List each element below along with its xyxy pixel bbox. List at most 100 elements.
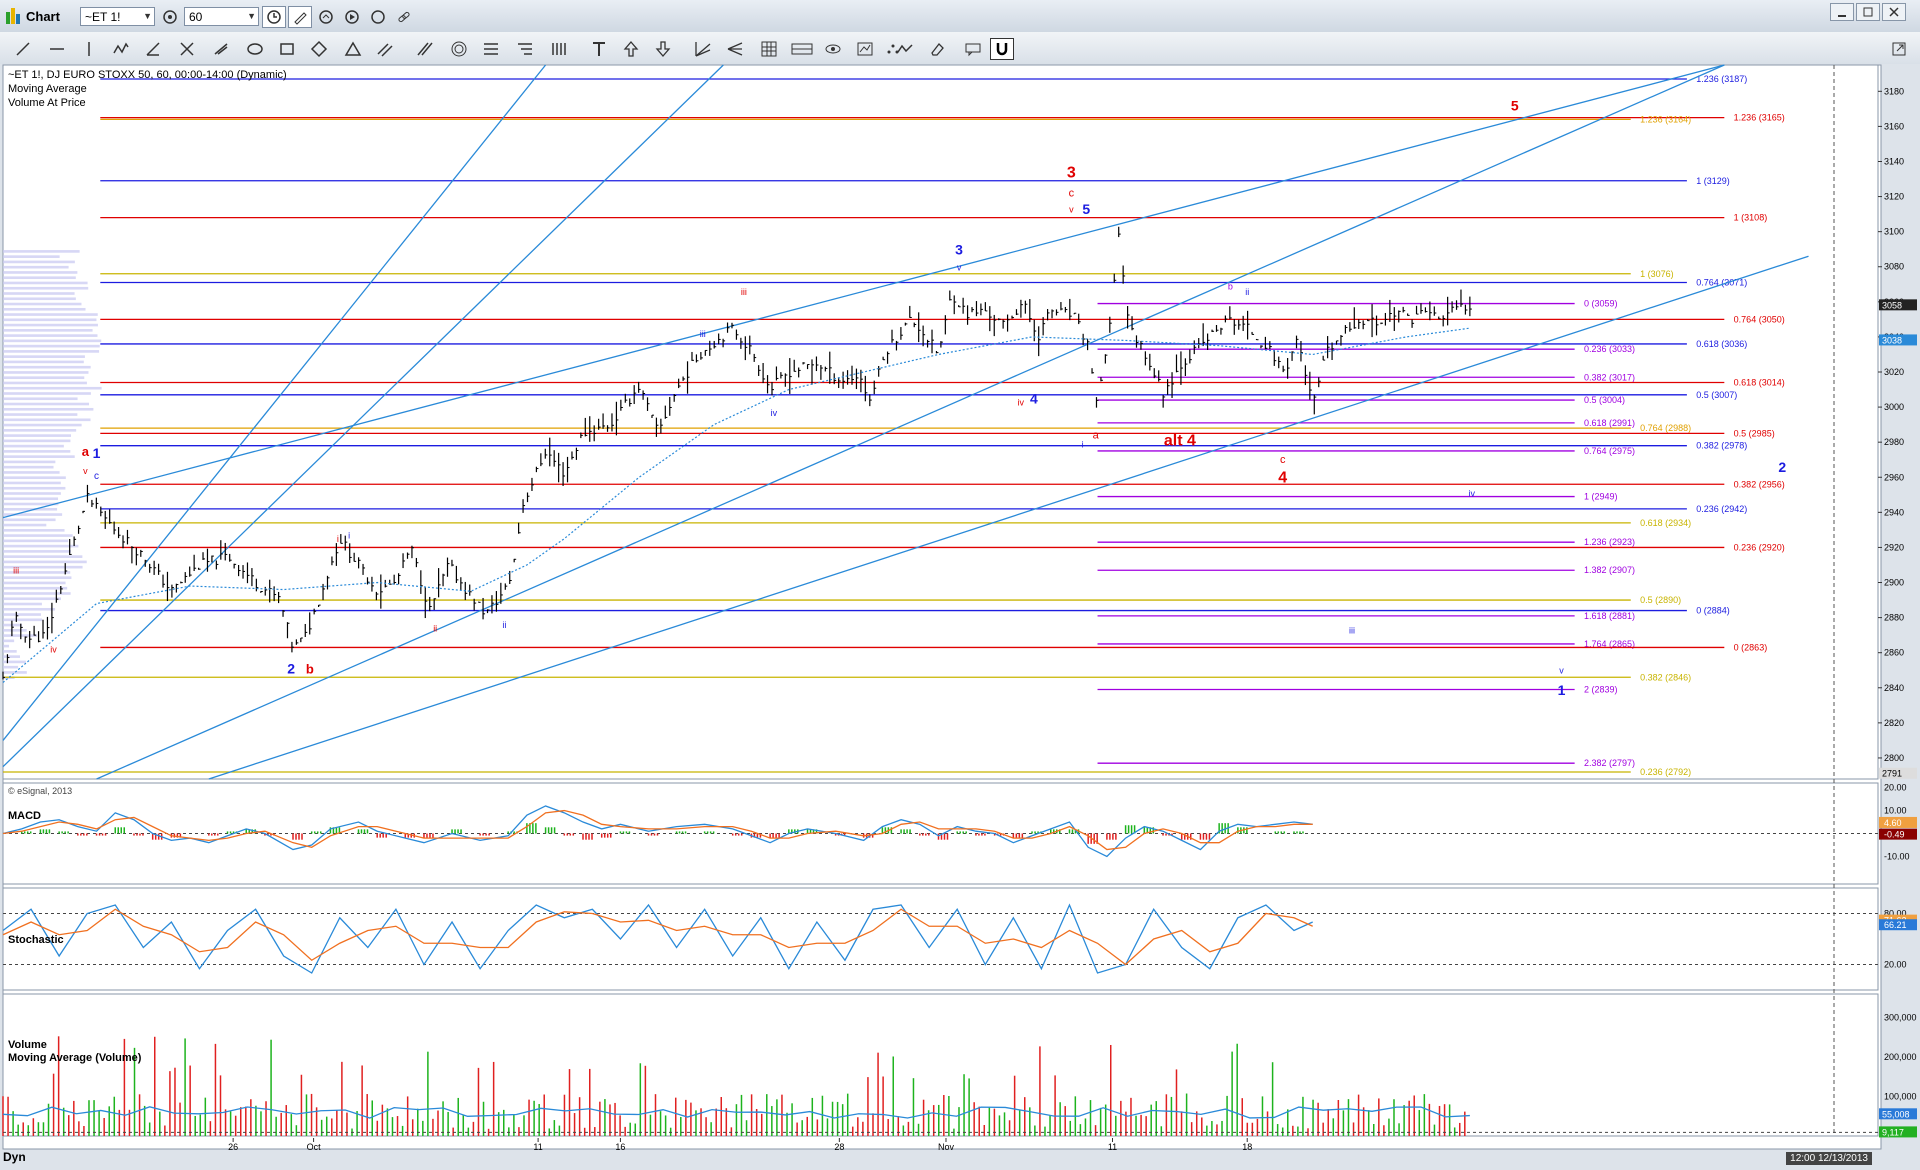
mob-tool-icon[interactable] <box>788 38 816 60</box>
diamond-tool-icon[interactable] <box>306 38 332 60</box>
fib-level-label: 0.5 (3007) <box>1696 390 1737 400</box>
vap-bar <box>3 665 19 669</box>
wave-tool-icon[interactable] <box>892 38 918 60</box>
dyn-label[interactable]: Dyn <box>3 1150 26 1164</box>
symbol-settings-icon[interactable] <box>158 6 182 28</box>
watermark: © eSignal, 2013 <box>8 786 72 796</box>
link-icon[interactable] <box>392 6 416 28</box>
wave-label: b <box>306 662 314 677</box>
vap-bar <box>3 650 17 653</box>
magnet-icon[interactable] <box>990 38 1014 60</box>
gann-fan-icon[interactable] <box>722 38 748 60</box>
price-tick-label: 3080 <box>1884 262 1904 272</box>
maximize-button[interactable] <box>1856 3 1880 21</box>
title-bar: Chart ~ET 1! ▼ 60 ▼ <box>0 0 1920 33</box>
chevron-down-icon[interactable]: ▼ <box>247 11 256 21</box>
vap-bar <box>3 350 100 353</box>
triangle-tool-icon[interactable] <box>340 38 366 60</box>
volume-tick-label: 200,000 <box>1884 1052 1917 1062</box>
price-tick-label: 2800 <box>1884 753 1904 763</box>
wave-label: iv <box>771 408 778 418</box>
vertical-line-icon[interactable] <box>76 38 102 60</box>
line-tool-icon[interactable] <box>10 38 36 60</box>
grid-tool-icon[interactable] <box>756 38 782 60</box>
refresh-icon[interactable] <box>314 6 338 28</box>
price-tick-label: 2920 <box>1884 542 1904 552</box>
wave-label: a <box>1093 430 1100 442</box>
comment-icon[interactable] <box>960 38 986 60</box>
current-price-label: 3058 <box>1882 300 1902 310</box>
pitchfork-tool-icon[interactable] <box>690 38 716 60</box>
vap-bar <box>3 655 20 658</box>
price-tick-label: 3020 <box>1884 367 1904 377</box>
wave-label: 5 <box>1082 201 1090 217</box>
vap-bar <box>3 397 78 401</box>
window-title: Chart <box>26 9 60 24</box>
fib-retracement-icon[interactable] <box>478 38 504 60</box>
vap-bar <box>3 639 15 643</box>
wave-label: alt 4 <box>1164 433 1196 450</box>
stochastic-tick-label: 20.00 <box>1884 960 1907 970</box>
clock-icon[interactable] <box>262 6 286 28</box>
pti-tool-icon[interactable] <box>852 38 878 60</box>
vap-bar <box>3 392 91 395</box>
detach-window-icon[interactable] <box>1888 38 1910 60</box>
vap-bar <box>3 360 84 364</box>
cross-tool-icon[interactable] <box>174 38 200 60</box>
price-tick-label: 3160 <box>1884 121 1904 131</box>
vap-bar <box>3 634 38 637</box>
fib-level-label: 1.236 (3165) <box>1734 113 1785 123</box>
channel-tool-icon[interactable] <box>372 38 398 60</box>
wave-label: a <box>82 444 90 459</box>
compass-icon[interactable] <box>366 6 390 28</box>
price-tick-label: 2840 <box>1884 683 1904 693</box>
vap-bar <box>3 365 91 369</box>
vap-bar <box>3 602 42 606</box>
pane-2 <box>2 887 1879 991</box>
vap-bar <box>3 413 78 416</box>
interval-field[interactable]: 60 ▼ <box>184 7 259 26</box>
vap-bar <box>3 629 27 632</box>
volume-tick-label: 300,000 <box>1884 1013 1917 1023</box>
vap-bar <box>3 481 61 485</box>
fib-level-label: 0.764 (2988) <box>1640 423 1691 433</box>
minimize-button[interactable] <box>1830 3 1854 21</box>
vap-bar <box>3 260 75 264</box>
chevron-down-icon[interactable]: ▼ <box>143 11 152 21</box>
fib-time-icon[interactable] <box>546 38 572 60</box>
vap-bar <box>3 434 72 437</box>
wave-label: 4 <box>1030 391 1038 407</box>
vap-bar <box>3 344 100 348</box>
horizontal-line-icon[interactable] <box>44 38 70 60</box>
draw-pen-icon[interactable] <box>288 6 312 28</box>
close-button[interactable] <box>1882 3 1906 21</box>
chart-area[interactable]: 1.236 (3187) 1.236 (3165) 1.236 (3164) 1 (3… <box>0 64 1920 1170</box>
fib-level-label: 1 (3108) <box>1734 213 1768 223</box>
wave-label: v <box>1069 204 1074 214</box>
ellipse-tool-icon[interactable] <box>242 38 268 60</box>
zigzag-tool-icon[interactable] <box>108 38 134 60</box>
ray-tool-icon[interactable] <box>208 38 234 60</box>
symbol-field[interactable]: ~ET 1! ▼ <box>80 7 155 26</box>
arrow-down-tool-icon[interactable] <box>650 38 676 60</box>
vap-bar <box>3 576 72 580</box>
eye-tool-icon[interactable] <box>820 38 846 60</box>
wave-label: i <box>337 534 339 544</box>
fib-extension-icon[interactable] <box>512 38 538 60</box>
rectangle-tool-icon[interactable] <box>274 38 300 60</box>
text-tool-icon[interactable] <box>586 38 612 60</box>
vap-bar <box>3 255 60 258</box>
parallel-lines-icon[interactable] <box>412 38 438 60</box>
fib-level-label: 0 (3059) <box>1584 299 1618 309</box>
fib-level-label: 0 (2884) <box>1696 606 1730 616</box>
fib-circle-icon[interactable] <box>446 38 472 60</box>
price-tick-label: 2820 <box>1884 718 1904 728</box>
eraser-icon[interactable] <box>924 38 950 60</box>
wave-label: iv <box>1018 397 1025 407</box>
vap-bar <box>3 597 61 601</box>
angle-tool-icon[interactable] <box>140 38 166 60</box>
play-icon[interactable] <box>340 6 364 28</box>
vap-bar <box>3 334 98 337</box>
vap-bar <box>3 313 98 316</box>
arrow-up-tool-icon[interactable] <box>618 38 644 60</box>
